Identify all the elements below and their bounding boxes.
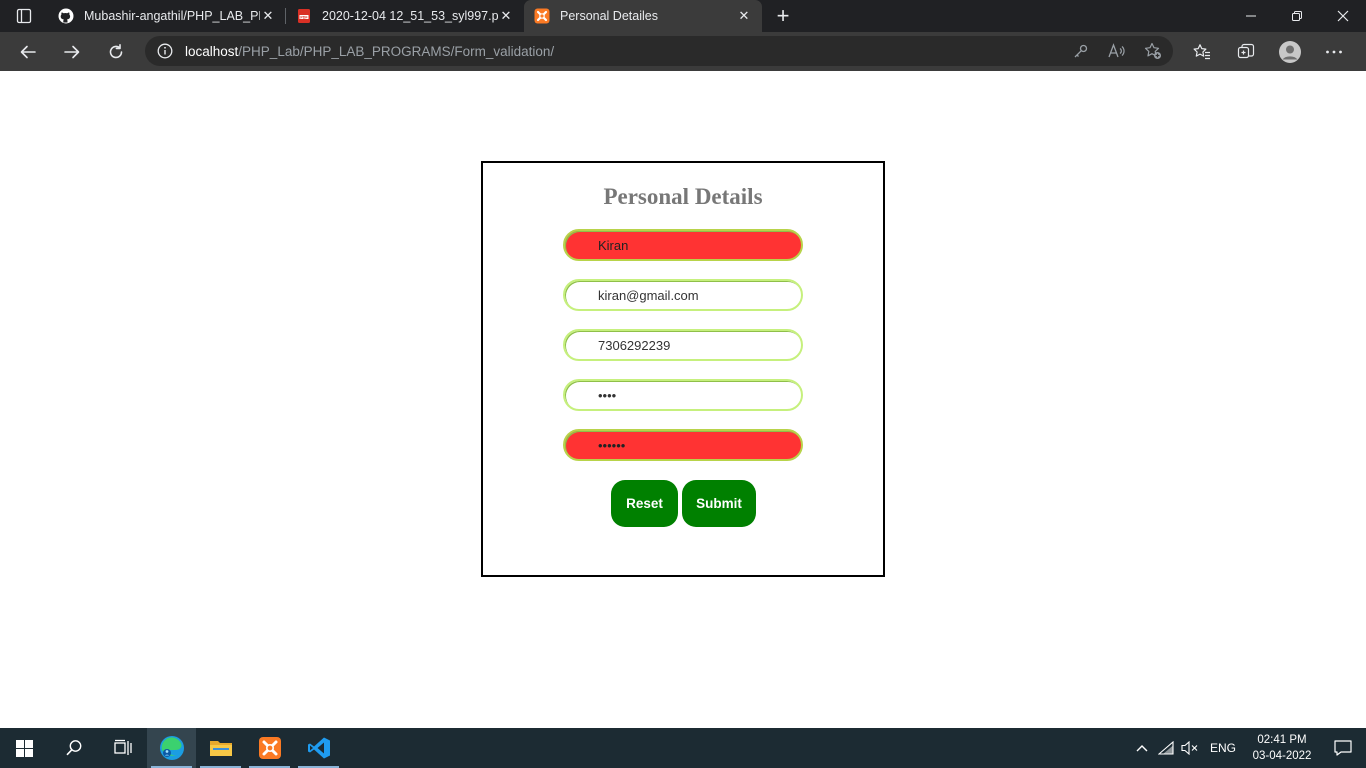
edge-icon xyxy=(159,736,184,760)
windows-icon xyxy=(16,739,33,757)
show-hidden-icons-button[interactable] xyxy=(1130,744,1154,752)
url-host: localhost xyxy=(185,43,239,59)
tab-strip: Mubashir-angathil/PHP_LAB_PR ✕ PDF 2020-… xyxy=(0,0,1366,32)
search-icon xyxy=(65,740,81,756)
xampp-icon xyxy=(258,737,281,759)
back-button[interactable] xyxy=(6,32,50,71)
refresh-icon xyxy=(109,43,123,58)
refresh-button[interactable] xyxy=(94,32,138,71)
settings-menu-button[interactable] xyxy=(1312,32,1356,71)
wifi-icon xyxy=(1157,741,1174,755)
url-path: /PHP_Lab/PHP_LAB_PROGRAMS/Form_validatio… xyxy=(238,43,555,59)
reset-button[interactable]: Reset xyxy=(611,480,678,527)
tab-personal-details[interactable]: Personal Detailes ✕ xyxy=(524,0,762,32)
folder-icon xyxy=(209,741,232,756)
close-window-button[interactable] xyxy=(1320,0,1366,32)
network-button[interactable] xyxy=(1154,741,1178,755)
start-button[interactable] xyxy=(0,728,49,768)
taskbar-xampp[interactable] xyxy=(245,728,294,768)
restore-button[interactable] xyxy=(1274,0,1320,32)
name-input[interactable] xyxy=(563,229,803,261)
confirm-password-input[interactable] xyxy=(563,429,803,461)
close-icon[interactable]: ✕ xyxy=(498,8,514,24)
taskbar-edge[interactable] xyxy=(147,728,196,768)
clock[interactable]: 02:41 PM 03-04-2022 xyxy=(1244,732,1320,764)
form-title: Personal Details xyxy=(603,184,763,209)
phone-input[interactable] xyxy=(563,329,803,361)
avatar-icon xyxy=(1279,40,1301,63)
tab-title: Mubashir-angathil/PHP_LAB_PR xyxy=(84,9,260,23)
info-icon xyxy=(157,43,173,59)
tab-actions-icon xyxy=(16,8,32,24)
clock-time: 02:41 PM xyxy=(1257,734,1307,746)
password-input[interactable] xyxy=(563,379,803,411)
restore-icon xyxy=(1292,11,1302,21)
forward-button[interactable] xyxy=(50,32,94,71)
profile-button[interactable] xyxy=(1268,32,1312,71)
clock-date: 03-04-2022 xyxy=(1252,750,1312,762)
volume-button[interactable] xyxy=(1178,741,1202,755)
tab-title: Personal Detailes xyxy=(560,9,658,23)
chevron-up-icon xyxy=(1136,745,1148,752)
submit-button[interactable]: Submit xyxy=(682,480,756,527)
xampp-icon xyxy=(534,8,550,24)
minimize-button[interactable] xyxy=(1228,0,1274,32)
address-bar[interactable]: localhost/PHP_Lab/PHP_LAB_PROGRAMS/Form_… xyxy=(145,36,1173,66)
site-info-button[interactable] xyxy=(145,43,185,59)
taskbar: ENG 02:41 PM 03-04-2022 xyxy=(0,728,1366,768)
toolbar-right xyxy=(1180,32,1356,71)
notifications-button[interactable] xyxy=(1320,740,1366,756)
github-icon xyxy=(58,8,74,24)
minimize-icon xyxy=(1246,15,1256,17)
new-tab-button[interactable]: + xyxy=(762,0,804,32)
svg-text:PDF: PDF xyxy=(300,15,308,19)
system-tray: ENG 02:41 PM 03-04-2022 xyxy=(1130,728,1366,768)
favorites-button[interactable] xyxy=(1180,32,1224,71)
pdf-icon: PDF xyxy=(298,9,310,23)
key-icon[interactable] xyxy=(1069,43,1093,59)
collections-button[interactable] xyxy=(1224,32,1268,71)
language-indicator[interactable]: ENG xyxy=(1202,741,1244,755)
taskbar-vscode[interactable] xyxy=(294,728,343,768)
personal-details-form: Personal Details Reset Submit xyxy=(481,161,885,577)
tab-pdf[interactable]: PDF 2020-12-04 12_51_53_syl997.pdf ✕ xyxy=(286,0,524,32)
task-view-button[interactable] xyxy=(98,728,147,768)
tab-actions-button[interactable] xyxy=(0,0,48,32)
favorites-icon xyxy=(1193,43,1210,59)
tab-title: 2020-12-04 12_51_53_syl997.pdf xyxy=(322,9,498,23)
vscode-icon xyxy=(307,737,330,759)
search-button[interactable] xyxy=(49,728,98,768)
browser-toolbar: localhost/PHP_Lab/PHP_LAB_PROGRAMS/Form_… xyxy=(0,32,1366,71)
arrow-left-icon xyxy=(20,45,36,58)
notification-icon xyxy=(1334,740,1352,756)
close-icon[interactable]: ✕ xyxy=(736,8,752,24)
page-content: Personal Details Reset Submit xyxy=(0,71,1366,728)
collections-icon xyxy=(1237,43,1255,58)
address-bar-icons xyxy=(1069,36,1165,66)
arrow-right-icon xyxy=(64,45,80,58)
taskbar-file-explorer[interactable] xyxy=(196,728,245,768)
add-favorite-icon[interactable] xyxy=(1141,42,1165,60)
task-view-icon xyxy=(113,739,132,755)
tab-github[interactable]: Mubashir-angathil/PHP_LAB_PR ✕ xyxy=(48,0,286,32)
close-icon xyxy=(1337,10,1349,22)
read-aloud-icon[interactable] xyxy=(1105,43,1129,59)
window-controls xyxy=(1228,0,1366,32)
more-icon xyxy=(1326,50,1342,53)
url-text[interactable]: localhost/PHP_Lab/PHP_LAB_PROGRAMS/Form_… xyxy=(185,44,554,59)
plus-icon: + xyxy=(776,3,790,28)
close-icon[interactable]: ✕ xyxy=(260,8,276,24)
volume-muted-icon xyxy=(1181,741,1198,755)
email-input[interactable] xyxy=(563,279,803,311)
